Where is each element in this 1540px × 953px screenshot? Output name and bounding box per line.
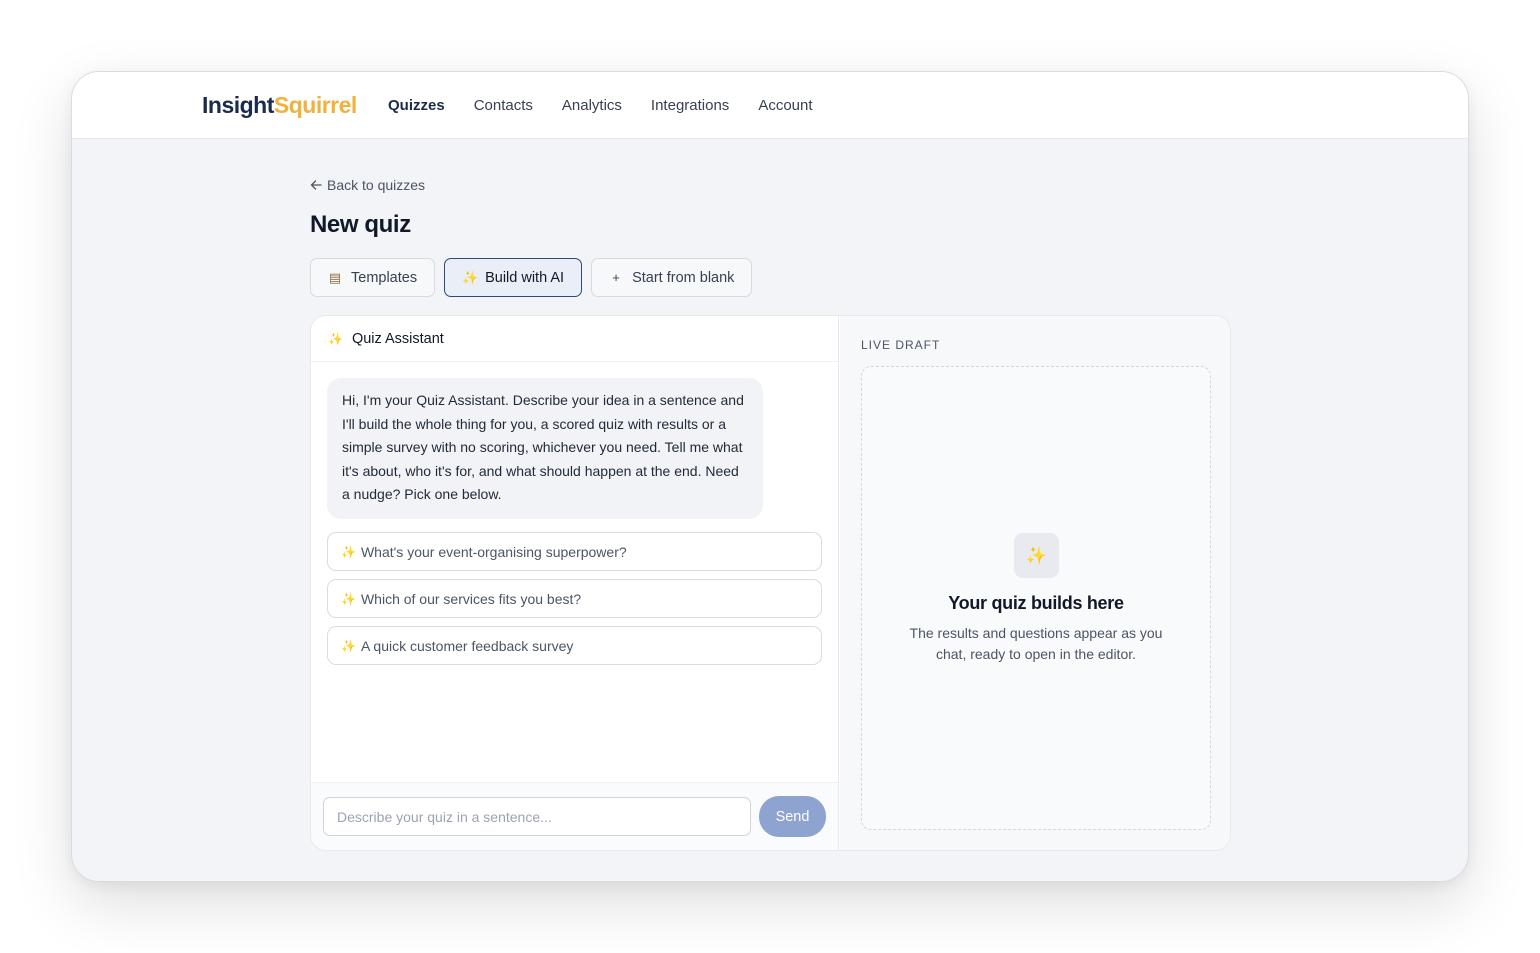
brand-logo-part1: Insight bbox=[202, 92, 274, 118]
draft-placeholder-area: ✨ Your quiz builds here The results and … bbox=[861, 366, 1211, 830]
draft-empty-title: Your quiz builds here bbox=[948, 593, 1124, 613]
nav-item-quizzes[interactable]: Quizzes bbox=[388, 96, 445, 116]
chat-title: Quiz Assistant bbox=[351, 330, 444, 347]
ai-builder-card: ✨ Quiz Assistant Hi, I'm your Quiz Assis… bbox=[310, 315, 1231, 851]
sparkle-icon: ✨ bbox=[341, 591, 356, 606]
back-to-quizzes-link[interactable]: Back to quizzes bbox=[310, 177, 425, 193]
arrow-left-icon bbox=[310, 180, 322, 190]
plus-icon: + bbox=[612, 270, 620, 285]
suggestion-label: Which of our services fits you best? bbox=[360, 590, 582, 607]
draft-empty-description: The results and questions appear as you … bbox=[909, 625, 1163, 662]
tab-build-with-ai[interactable]: ✨ Build with AI bbox=[444, 258, 583, 297]
quiz-assistant-chat: ✨ Quiz Assistant Hi, I'm your Quiz Assis… bbox=[311, 316, 839, 850]
chat-composer: Send bbox=[311, 782, 838, 850]
nav-item-integrations[interactable]: Integrations bbox=[651, 96, 729, 116]
assistant-message-bubble: Hi, I'm your Quiz Assistant. Describe yo… bbox=[327, 378, 763, 519]
suggestion-chip[interactable]: ✨ What's your event-organising superpowe… bbox=[327, 532, 822, 571]
sparkle-icon: ✨ bbox=[1014, 533, 1059, 578]
suggestion-list: ✨ What's your event-organising superpowe… bbox=[327, 532, 822, 673]
live-draft-label: LIVE DRAFT bbox=[861, 338, 941, 352]
main-nav: Quizzes Contacts Analytics Integrations … bbox=[388, 96, 842, 116]
brand-logo[interactable]: InsightSquirrel bbox=[202, 91, 357, 119]
tab-build-with-ai-label: Build with AI bbox=[485, 269, 565, 286]
nav-item-contacts[interactable]: Contacts bbox=[474, 96, 533, 116]
suggestion-chip[interactable]: ✨ Which of our services fits you best? bbox=[327, 579, 822, 618]
quiz-description-input[interactable] bbox=[323, 797, 751, 836]
suggestion-chip[interactable]: ✨ A quick customer feedback survey bbox=[327, 626, 822, 665]
top-navigation-bar: InsightSquirrel Quizzes Contacts Analyti… bbox=[72, 72, 1468, 139]
tab-start-from-blank[interactable]: + Start from blank bbox=[591, 258, 753, 297]
nav-item-analytics[interactable]: Analytics bbox=[562, 96, 622, 116]
sparkle-icon: ✨ bbox=[341, 638, 356, 653]
back-link-label: Back to quizzes bbox=[327, 177, 426, 193]
sparkle-icon: ✨ bbox=[462, 269, 479, 285]
chat-header: ✨ Quiz Assistant bbox=[311, 316, 838, 362]
creation-mode-tabs: ▤ Templates ✨ Build with AI + Start from… bbox=[310, 258, 753, 297]
suggestion-label: A quick customer feedback survey bbox=[360, 637, 574, 654]
sparkle-icon: ✨ bbox=[328, 331, 343, 346]
app-window: InsightSquirrel Quizzes Contacts Analyti… bbox=[71, 71, 1469, 882]
tab-templates[interactable]: ▤ Templates bbox=[310, 258, 436, 297]
live-draft-panel: LIVE DRAFT ✨ Your quiz builds here The r… bbox=[840, 316, 1230, 850]
suggestion-label: What's your event-organising superpower? bbox=[360, 543, 627, 560]
nav-item-account[interactable]: Account bbox=[758, 96, 812, 116]
brand-logo-part2: Squirrel bbox=[273, 92, 357, 118]
sparkle-icon: ✨ bbox=[341, 544, 356, 559]
tab-templates-label: Templates bbox=[351, 269, 418, 286]
tab-start-from-blank-label: Start from blank bbox=[632, 269, 735, 286]
clipboard-icon: ▤ bbox=[328, 269, 342, 285]
page-title: New quiz bbox=[310, 211, 411, 238]
send-button[interactable]: Send bbox=[759, 796, 826, 837]
